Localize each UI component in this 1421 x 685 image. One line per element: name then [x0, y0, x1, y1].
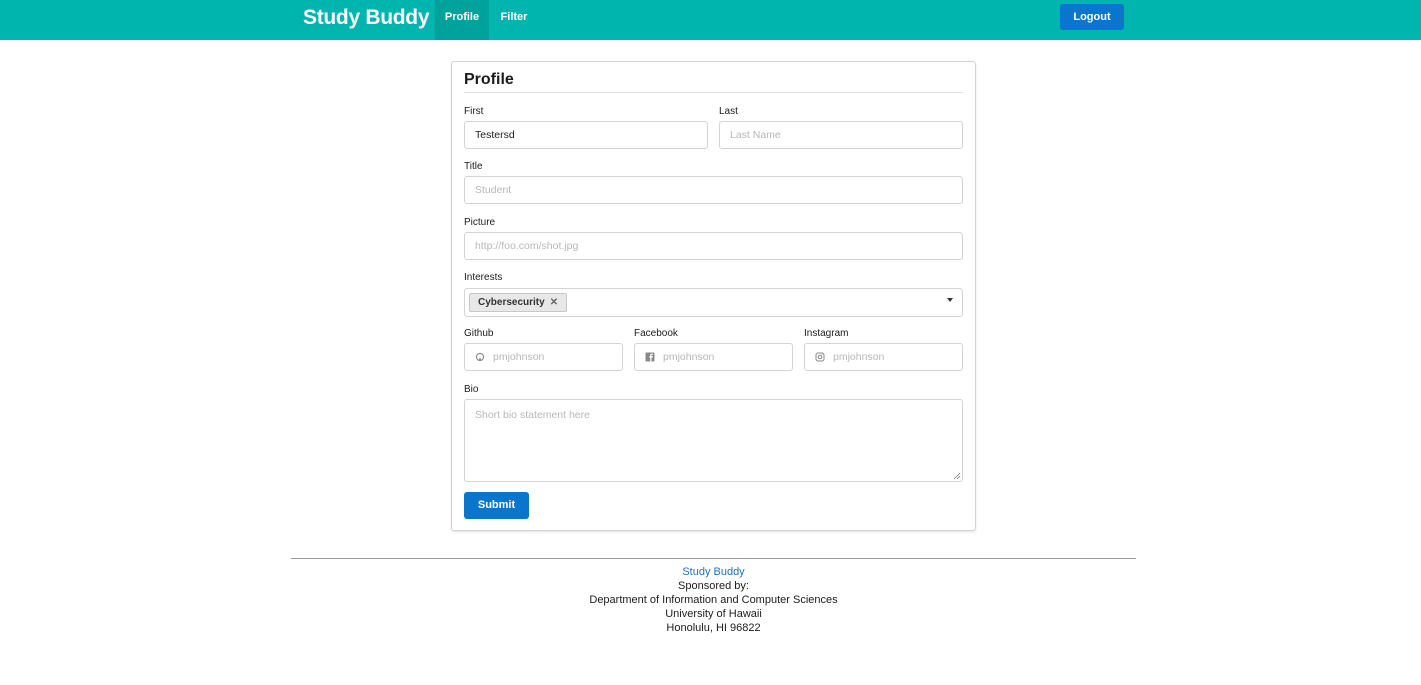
bio-label: Bio [464, 384, 479, 395]
footer-sponsored: Sponsored by: [678, 580, 749, 592]
nav-item-profile[interactable]: Profile [435, 0, 489, 40]
github-field[interactable]: pmjohnson [464, 343, 623, 371]
footer-address: Honolulu, HI 96822 [666, 622, 761, 634]
footer: Study Buddy Sponsored by: Department of … [291, 565, 1136, 635]
facebook-field[interactable]: pmjohnson [634, 343, 793, 371]
profile-card: Profile First Testersd Last Last Name Ti… [451, 61, 976, 531]
footer-divider [291, 558, 1136, 559]
interest-chip-label: Cybersecurity [478, 297, 545, 308]
facebook-label: Facebook [634, 328, 678, 339]
instagram-placeholder: pmjohnson [833, 351, 885, 363]
top-navbar: Study Buddy Profile Filter Logout [0, 0, 1421, 40]
last-name-field[interactable]: Last Name [719, 121, 963, 149]
instagram-label: Instagram [804, 328, 849, 339]
last-name-label: Last [719, 106, 738, 117]
interests-multiselect[interactable]: Cybersecurity ✕ [464, 288, 963, 317]
nav-item-filter[interactable]: Filter [489, 0, 539, 40]
github-icon [475, 352, 485, 362]
footer-department: Department of Information and Computer S… [589, 594, 838, 606]
instagram-icon [815, 352, 825, 362]
instagram-field[interactable]: pmjohnson [804, 343, 963, 371]
title-label: Title [464, 161, 483, 172]
bio-textarea[interactable]: Short bio statement here [464, 399, 963, 482]
facebook-icon [645, 352, 655, 362]
github-label: Github [464, 328, 494, 339]
bio-placeholder: Short bio statement here [475, 409, 590, 421]
dropdown-caret-icon[interactable] [947, 298, 953, 302]
first-name-label: First [464, 106, 484, 117]
footer-university: University of Hawaii [665, 608, 762, 620]
interest-chip: Cybersecurity ✕ [469, 293, 568, 312]
facebook-placeholder: pmjohnson [663, 351, 715, 363]
resize-handle-icon[interactable] [953, 472, 961, 480]
title-divider [464, 92, 963, 93]
page-title: Profile [464, 71, 514, 88]
submit-button[interactable]: Submit [464, 492, 529, 519]
logout-button[interactable]: Logout [1060, 4, 1124, 30]
picture-url-field[interactable]: http://foo.com/shot.jpg [464, 232, 963, 260]
title-field[interactable]: Student [464, 176, 963, 204]
github-placeholder: pmjohnson [493, 351, 545, 363]
picture-label: Picture [464, 217, 496, 228]
interests-label: Interests [464, 272, 503, 283]
footer-study-buddy-link[interactable]: Study Buddy [291, 565, 1136, 579]
first-name-field[interactable]: Testersd [464, 121, 708, 149]
brand-logo[interactable]: Study Buddy [303, 0, 430, 40]
remove-chip-icon[interactable]: ✕ [550, 297, 558, 308]
